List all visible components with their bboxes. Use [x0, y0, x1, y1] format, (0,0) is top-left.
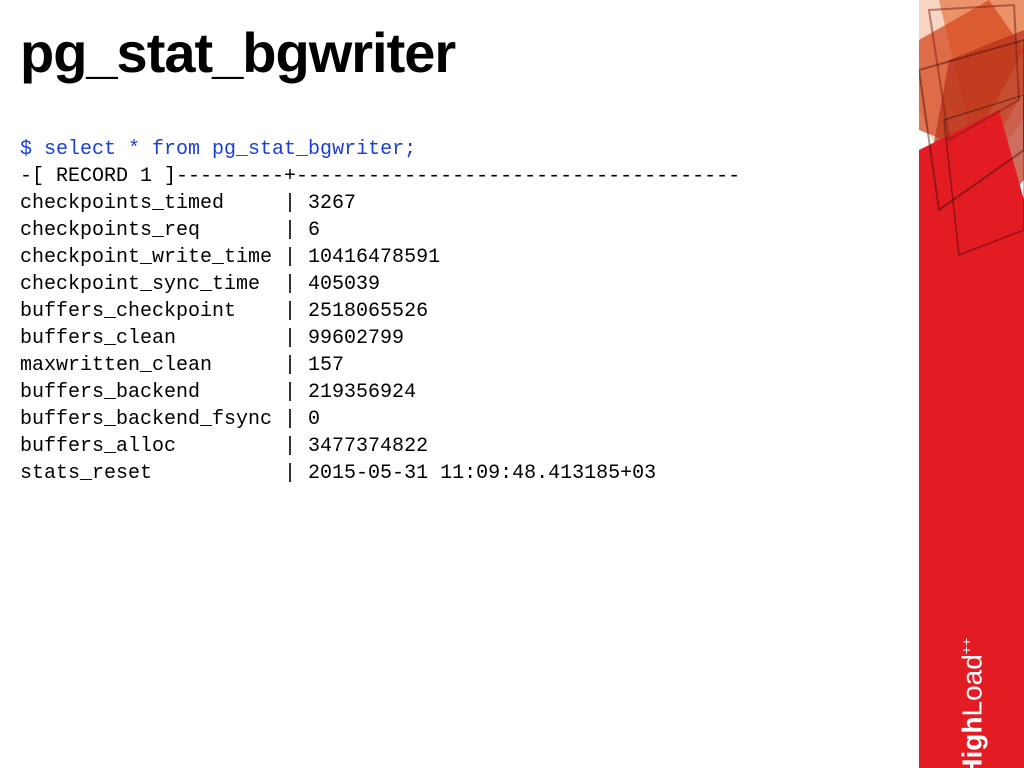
logo-text: HighLoad++: [956, 638, 988, 768]
sql-query: select * from pg_stat_bgwriter;: [44, 138, 416, 161]
slide: pg_stat_bgwriter $ select * from pg_stat…: [0, 0, 1024, 768]
prompt: $: [20, 138, 44, 161]
side-strip-solid: hl HighLoad++: [919, 260, 1024, 768]
record-header: -[ RECORD 1 ]---------+-----------------…: [20, 165, 740, 188]
terminal-output: $ select * from pg_stat_bgwriter; -[ REC…: [20, 109, 904, 487]
record-rows: checkpoints_timed | 3267 checkpoints_req…: [20, 192, 656, 485]
side-strip: hl HighLoad++: [919, 0, 1024, 768]
slide-content: pg_stat_bgwriter $ select * from pg_stat…: [20, 20, 904, 487]
decorative-geometry: [919, 0, 1024, 260]
brand-logo: hl HighLoad++: [953, 638, 990, 768]
page-title: pg_stat_bgwriter: [20, 20, 904, 85]
